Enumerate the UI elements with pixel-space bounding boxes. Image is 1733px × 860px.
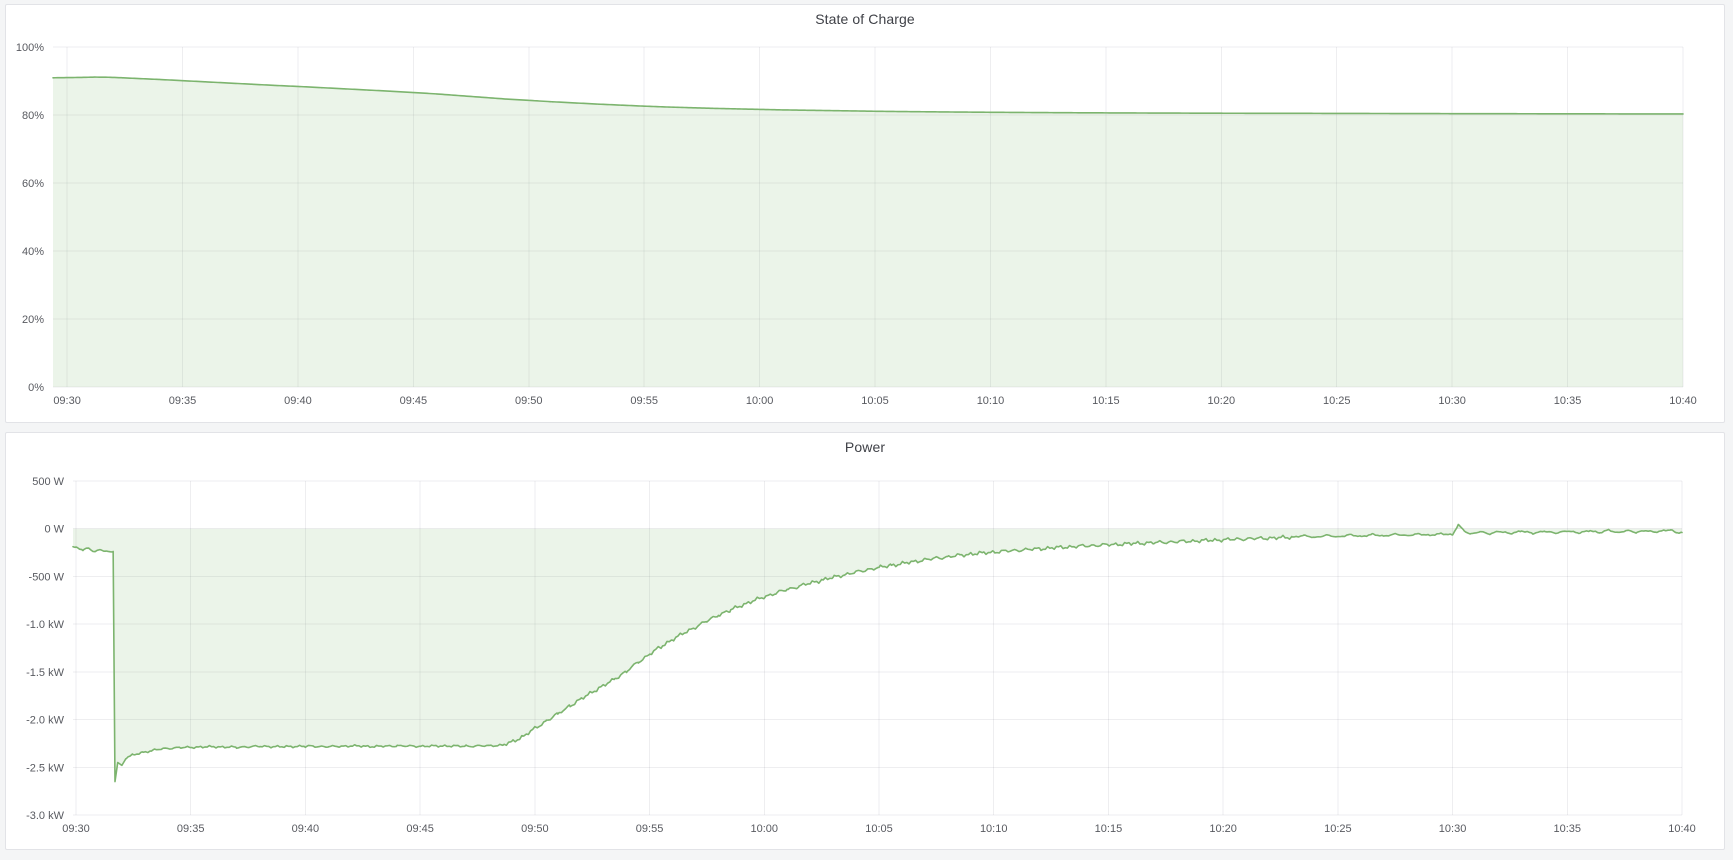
x-tick-label: 09:55 [636, 823, 664, 835]
chart-svg: 100% 80% 60% 40% 20% 0% 09:30 09:35 09:40 09:45 09… [6, 5, 1724, 422]
y-tick-label: 500 W [32, 476, 64, 488]
panel-state-of-charge: State of Charge 100% 80% 60% 40% 20% 0% 09:30 0… [5, 4, 1725, 423]
y-tick-label: -1.0 kW [26, 619, 65, 631]
x-tick-label: 09:35 [169, 395, 197, 407]
y-tick-label: 60% [22, 178, 44, 190]
series-fill [53, 77, 1683, 387]
y-tick-label: -1.5 kW [26, 667, 65, 679]
x-tick-label: 10:25 [1323, 395, 1351, 407]
x-tick-label: 09:30 [62, 823, 90, 835]
x-tick-label: 10:35 [1554, 823, 1582, 835]
y-tick-label: -3.0 kW [26, 810, 65, 822]
panel-title-state-of-charge[interactable]: State of Charge [6, 5, 1724, 33]
x-tick-label: 09:50 [521, 823, 549, 835]
y-tick-label: 0 W [44, 524, 64, 536]
x-tick-label: 10:20 [1209, 823, 1237, 835]
x-tick-label: 10:10 [977, 395, 1005, 407]
y-tick-label: -2.0 kW [26, 715, 65, 727]
y-tick-label: 100% [16, 42, 44, 54]
x-tick-label: 09:45 [400, 395, 428, 407]
x-tick-label: 10:40 [1668, 823, 1696, 835]
x-tick-label: 09:50 [515, 395, 543, 407]
chart-svg: 500 W 0 W -500 W -1.0 kW -1.5 kW -2.0 kW -2.5 … [6, 433, 1724, 849]
x-tick-label: 10:30 [1438, 395, 1466, 407]
x-tick-label: 10:05 [865, 823, 893, 835]
y-tick-label: 0% [28, 382, 44, 394]
series-fill [73, 524, 1682, 781]
x-tick-label: 10:20 [1208, 395, 1236, 407]
y-tick-label: 40% [22, 246, 44, 258]
x-tick-label: 10:10 [980, 823, 1008, 835]
x-tick-label: 10:15 [1092, 395, 1120, 407]
x-tick-label: 09:40 [292, 823, 320, 835]
x-tick-label: 09:30 [53, 395, 81, 407]
x-tick-label: 09:40 [284, 395, 312, 407]
x-tick-label: 10:15 [1095, 823, 1123, 835]
y-tick-label: -2.5 kW [26, 762, 65, 774]
x-tick-label: 10:40 [1669, 395, 1697, 407]
x-tick-label: 10:05 [861, 395, 889, 407]
x-tick-label: 10:00 [751, 823, 779, 835]
state-of-charge-chart[interactable]: 100% 80% 60% 40% 20% 0% 09:30 09:35 09:40 09:45 09… [6, 5, 1724, 422]
x-tick-label: 10:35 [1554, 395, 1582, 407]
y-tick-label: 80% [22, 110, 44, 122]
panel-title-power[interactable]: Power [6, 433, 1724, 461]
x-tick-label: 10:30 [1439, 823, 1467, 835]
x-tick-label: 10:00 [746, 395, 774, 407]
x-tick-label: 10:25 [1324, 823, 1352, 835]
x-tick-label: 09:45 [406, 823, 434, 835]
x-tick-label: 09:55 [630, 395, 658, 407]
power-chart[interactable]: 500 W 0 W -500 W -1.0 kW -1.5 kW -2.0 kW -2.5 … [6, 433, 1724, 849]
y-tick-label: -500 W [29, 571, 65, 583]
x-tick-label: 09:35 [177, 823, 205, 835]
panel-power: Power 500 W 0 W -500 W -1.0 kW -1.5 kW -2.0 k… [5, 432, 1725, 850]
y-tick-label: 20% [22, 314, 44, 326]
